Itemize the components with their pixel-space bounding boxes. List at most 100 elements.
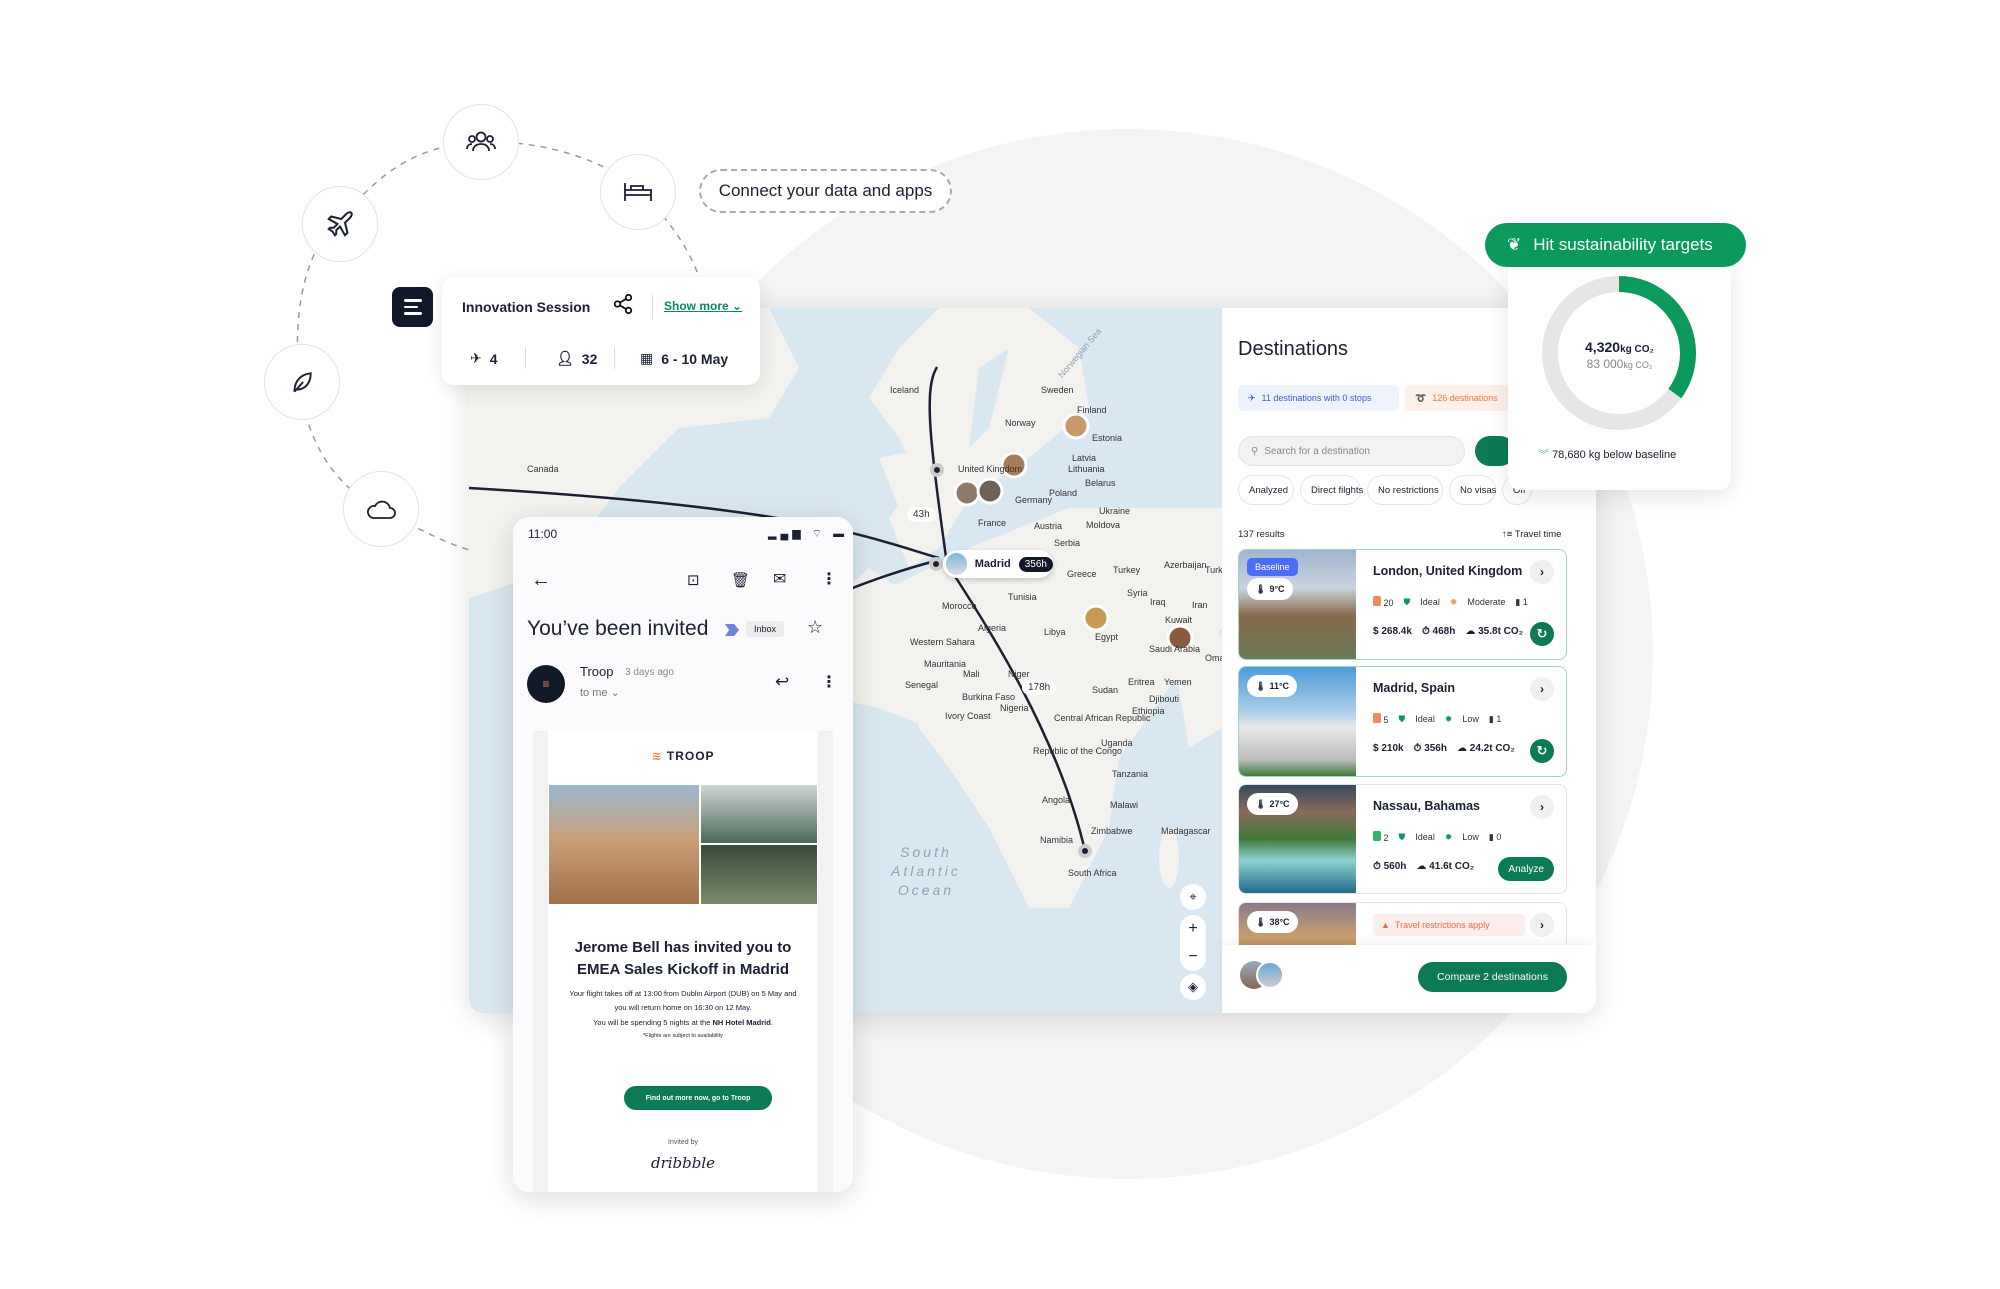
map-label: Greece xyxy=(1067,569,1097,579)
map-label: Kuwait xyxy=(1165,615,1193,625)
direct-destinations-chip[interactable]: ✈ 11 destinations with 0 stops xyxy=(1238,385,1399,411)
ocean-label: South Atlantic Ocean xyxy=(891,844,961,898)
zoom-out-button[interactable]: − xyxy=(1188,948,1197,966)
other-destinations-chip[interactable]: ➰ 126 destinations xyxy=(1405,385,1525,411)
recipient-toggle[interactable]: to me ⌄ xyxy=(580,686,620,699)
show-more-link[interactable]: Show more ⌄ xyxy=(664,299,742,313)
chevron-right-icon[interactable]: › xyxy=(1530,795,1554,819)
map-label: Malawi xyxy=(1110,800,1139,810)
map-label: Libya xyxy=(1044,627,1066,637)
baseline-badge: Baseline xyxy=(1247,558,1298,576)
destination-meta: 20 ⛊ Ideal ✹ Moderate ▮ 1 xyxy=(1373,596,1528,608)
plane-icon: ✈ xyxy=(470,350,482,366)
filter-chip[interactable]: No restrictions xyxy=(1367,475,1443,505)
trash-icon[interactable]: 🗑︎ xyxy=(731,571,750,589)
map-label: Mali xyxy=(963,669,980,679)
availability-note: *Flights are subject to availability xyxy=(643,1033,723,1039)
map-label: Namibia xyxy=(1040,835,1074,845)
people-count: 32 xyxy=(581,350,598,367)
map-label: Mauritania xyxy=(924,659,967,669)
destination-name: Nassau, Bahamas xyxy=(1373,799,1481,813)
email-photo xyxy=(701,845,817,904)
status-icons: ▂▄▆ ⌔ ▬ xyxy=(768,528,849,540)
plane-icon: ✈ xyxy=(1248,392,1256,403)
status-time: 11:00 xyxy=(528,527,558,541)
map-label: Central African Republic xyxy=(1054,713,1151,723)
session-title: Innovation Session xyxy=(462,299,591,315)
destination-name: London, United Kingdom xyxy=(1373,564,1523,578)
map-label: Uganda xyxy=(1101,738,1133,748)
temperature-badge: 🌡︎ 27°C xyxy=(1247,793,1298,815)
sent-ago: 3 days ago xyxy=(625,667,674,678)
filter-chip[interactable]: Analyzed xyxy=(1238,475,1294,505)
more-icon[interactable]: ⋮ xyxy=(821,672,837,692)
map-label: Germany xyxy=(1015,495,1053,505)
map-label: Tanzania xyxy=(1112,769,1149,779)
people-icon[interactable] xyxy=(443,104,519,180)
map-label: Saudi Arabia xyxy=(1149,644,1201,654)
madrid-pin[interactable]: Madrid 356h xyxy=(943,550,1053,578)
pin-time: 356h xyxy=(1018,556,1053,572)
map-label: Latvia xyxy=(1072,453,1097,463)
destination-card[interactable]: 🌡︎ 11°C Madrid, Spain › 5 ⛊ Ideal ✹ Low ▮ 1 $ … xyxy=(1238,666,1567,777)
chevron-right-icon[interactable]: › xyxy=(1530,677,1554,701)
reply-icon[interactable]: ↩ xyxy=(775,672,789,692)
map-label: Sweden xyxy=(1041,385,1074,395)
chevron-right-icon[interactable]: › xyxy=(1530,560,1554,584)
sort-button[interactable]: ↑≡ Travel time xyxy=(1502,529,1561,540)
invite-heading: Jerome Bell has invited you to EMEA Sale… xyxy=(574,939,792,978)
flights-count: 4 xyxy=(489,350,498,367)
zoom-in-button[interactable]: + xyxy=(1188,920,1197,938)
filter-chip[interactable]: Direct filghts xyxy=(1300,475,1363,505)
calendar-icon: ▦ xyxy=(640,350,654,366)
map-label: Senegal xyxy=(905,680,939,690)
zoom-controls: + − xyxy=(1180,915,1206,971)
star-icon[interactable]: ☆ xyxy=(807,617,823,638)
map-label: Norway xyxy=(1005,418,1036,428)
plane-icon[interactable] xyxy=(302,186,378,262)
map-label: Algeria xyxy=(978,623,1007,633)
share-icon[interactable] xyxy=(612,293,634,320)
map-label: Estonia xyxy=(1092,433,1123,443)
destination-stats: $ 268.4k ⏱ 468h ☁ 35.8t CO₂ xyxy=(1373,626,1524,637)
inbox-label[interactable]: Inbox xyxy=(746,621,785,637)
map-label: Serbia xyxy=(1054,538,1081,548)
connect-label: Connect your data and apps xyxy=(718,181,933,200)
map-label: Angola xyxy=(1042,795,1071,805)
dribbble-logo: dribbble xyxy=(650,1154,716,1172)
archive-icon[interactable]: ⊡ xyxy=(687,571,700,589)
find-out-more-button[interactable]: Find out more now, go to Troop xyxy=(624,1086,772,1110)
sustainability-pill: ❦ Hit sustainability targets xyxy=(1485,223,1746,267)
refresh-button[interactable]: ↻ xyxy=(1530,739,1554,763)
locate-icon[interactable]: ⌖ xyxy=(1180,884,1206,910)
more-icon[interactable]: ⋮ xyxy=(821,569,837,589)
mail-icon[interactable]: ✉ xyxy=(773,569,786,589)
map-label: Iran xyxy=(1192,600,1208,610)
destination-card[interactable]: Baseline 🌡︎ 9°C London, United Kingdom › … xyxy=(1238,549,1567,660)
search-input[interactable]: ⚲ Search for a destination xyxy=(1238,436,1465,466)
map-label: Poland xyxy=(1049,488,1078,498)
destination-card[interactable]: 🌡︎ 27°C Nassau, Bahamas › 2 ⛊ Ideal ✹ Low ▮ 0 … xyxy=(1238,784,1567,894)
map-label: Eritrea xyxy=(1128,677,1155,687)
compare-button[interactable]: Compare 2 destinations xyxy=(1418,962,1567,992)
cloud-icon[interactable] xyxy=(343,471,419,547)
results-count: 137 results xyxy=(1238,529,1285,540)
bed-icon[interactable] xyxy=(600,154,676,230)
route-label: 178h xyxy=(1022,680,1057,695)
filter-chip[interactable]: No visas xyxy=(1449,475,1496,505)
analyze-button[interactable]: Analyze xyxy=(1498,857,1554,881)
back-arrow-icon[interactable]: ← xyxy=(531,569,551,592)
chevron-right-icon[interactable]: › xyxy=(1530,913,1554,937)
route-icon: ➰ xyxy=(1415,392,1427,403)
important-icon xyxy=(725,624,739,636)
troop-logo: ≋ TROOP xyxy=(651,749,715,763)
refresh-button[interactable]: ↻ xyxy=(1530,622,1554,646)
map-label: Moldova xyxy=(1086,520,1121,530)
menu-button[interactable] xyxy=(392,287,433,327)
leaf-icon[interactable] xyxy=(264,344,340,420)
map-label: Djibouti xyxy=(1149,694,1180,704)
sustainability-card: 4,320kg CO₂ 83 000kg CO₂ ︾ 78,680 kg bel… xyxy=(1508,256,1731,490)
temperature-badge: 🌡︎ 9°C xyxy=(1247,578,1293,600)
layers-icon[interactable]: ◈ xyxy=(1180,974,1206,1000)
map-label: Ukraine xyxy=(1099,506,1131,516)
